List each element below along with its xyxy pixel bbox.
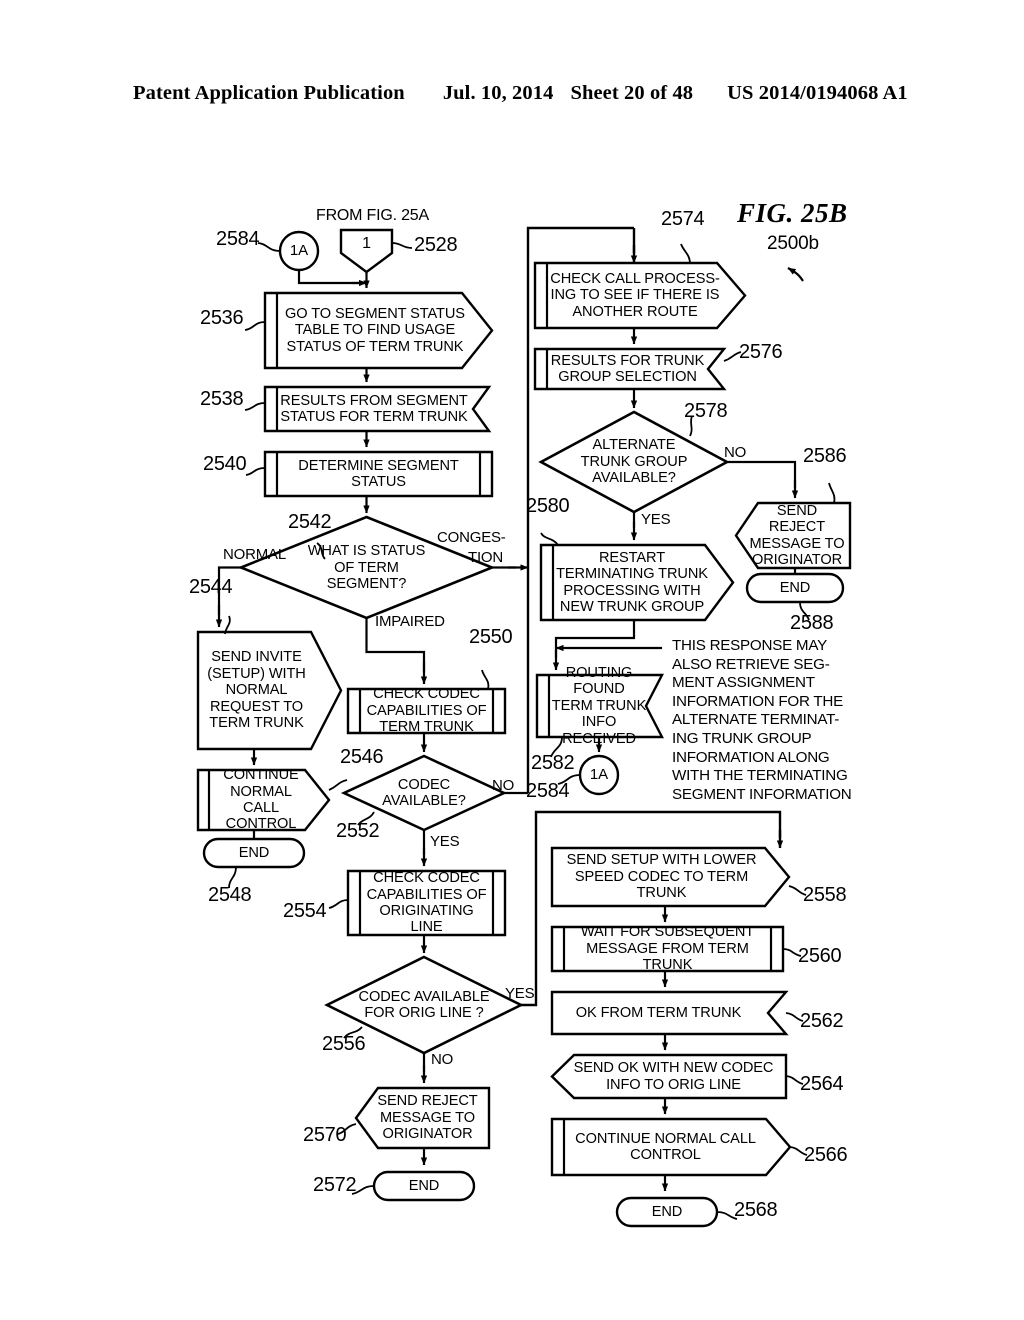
ref-2528: 2528 (414, 234, 458, 256)
node-2540[interactable]: DETERMINE SEGMENT STATUS (277, 452, 480, 496)
edge-label-yes-2578: YES (641, 511, 671, 528)
edge-label-congestion-1: CONGES- (437, 529, 506, 546)
ref-2552: 2552 (336, 820, 380, 842)
from-fig-label: FROM FIG. 25A (316, 207, 429, 224)
ref-2536: 2536 (200, 307, 244, 329)
node-2554[interactable]: CHECK CODEC CAPABILITIES OF ORIGINATING … (360, 870, 493, 935)
connector-1a-left[interactable]: 1A (280, 239, 318, 263)
node-2572-end[interactable]: END (374, 1172, 474, 1200)
ref-2566: 2566 (804, 1144, 848, 1166)
node-2566[interactable]: CONTINUE NORMAL CALL CONTROL (564, 1119, 767, 1175)
figure-title: FIG. 25B (737, 198, 848, 228)
node-2542[interactable]: WHAT IS STATUS OF TERM SEGMENT? (296, 535, 437, 601)
edge-label-yes-2552: YES (430, 833, 460, 850)
node-2550[interactable]: CHECK CODEC CAPABILITIES OF TERM TRUNK (360, 686, 493, 735)
ref-2584-right: 2584 (526, 780, 570, 802)
edge-label-no-2552: NO (492, 777, 515, 794)
node-2578[interactable]: ALTERNATE TRUNK GROUP AVAILABLE? (566, 430, 702, 494)
ref-2556: 2556 (322, 1033, 366, 1055)
ref-2560: 2560 (798, 945, 842, 967)
edge-label-yes-2556: YES (505, 985, 535, 1002)
ref-2550: 2550 (469, 626, 513, 648)
ref-2554: 2554 (283, 900, 327, 922)
ref-2576: 2576 (739, 341, 783, 363)
node-2574[interactable]: CHECK CALL PROCESS- ING TO SEE IF THERE … (547, 263, 723, 328)
node-2558[interactable]: SEND SETUP WITH LOWER SPEED CODEC TO TER… (556, 848, 767, 906)
node-2564[interactable]: SEND OK WITH NEW CODEC INFO TO ORIG LINE (566, 1055, 781, 1098)
node-2570[interactable]: SEND REJECT MESSAGE TO ORIGINATOR (370, 1088, 485, 1148)
node-2552[interactable]: CODEC AVAILABLE? (366, 774, 482, 812)
node-2562[interactable]: OK FROM TERM TRUNK (556, 992, 761, 1034)
ref-2540: 2540 (203, 453, 247, 475)
node-2586[interactable]: SEND REJECT MESSAGE TO ORIGINATOR (745, 503, 849, 568)
ref-2544: 2544 (189, 576, 233, 598)
ref-2574: 2574 (661, 208, 705, 230)
annotation-note: THIS RESPONSE MAY ALSO RETRIEVE SEG- MEN… (672, 637, 852, 803)
node-2538[interactable]: RESULTS FROM SEGMENT STATUS FOR TERM TRU… (277, 387, 471, 431)
node-2536[interactable]: GO TO SEGMENT STATUS TABLE TO FIND USAGE… (277, 293, 473, 368)
edge-label-no-2556: NO (431, 1051, 454, 1068)
ref-2584-left: 2584 (216, 228, 260, 250)
node-2576[interactable]: RESULTS FOR TRUNK GROUP SELECTION (547, 349, 708, 389)
ref-2580: 2580 (526, 495, 570, 517)
ref-2570: 2570 (303, 1124, 347, 1146)
ref-2558: 2558 (803, 884, 847, 906)
ref-2542: 2542 (288, 511, 332, 533)
node-2582[interactable]: ROUTING FOUND TERM TRUNK INFO RECEIVED (549, 665, 649, 747)
ref-2578: 2578 (684, 400, 728, 422)
node-2560[interactable]: WAIT FOR SUBSEQUENT MESSAGE FROM TERM TR… (564, 924, 771, 973)
ref-2568: 2568 (734, 1199, 778, 1221)
node-2568-end[interactable]: END (617, 1198, 717, 1226)
ref-2582: 2582 (531, 752, 575, 774)
node-2580[interactable]: RESTART TERMINATING TRUNK PROCESSING WIT… (553, 545, 711, 620)
ref-2564: 2564 (800, 1073, 844, 1095)
edge-label-impaired: IMPAIRED (375, 613, 445, 630)
connector-1[interactable]: 1 (341, 232, 392, 256)
node-2544[interactable]: SEND INVITE (SETUP) WITH NORMAL REQUEST … (198, 632, 315, 749)
node-2546[interactable]: CONTINUE NORMAL CALL CONTROL (209, 767, 313, 832)
ref-2538: 2538 (200, 388, 244, 410)
node-2556[interactable]: CODEC AVAILABLE FOR ORIG LINE ? (356, 972, 492, 1038)
connector-1a-right[interactable]: 1A (580, 763, 618, 787)
ref-2586: 2586 (803, 445, 847, 467)
ref-2548: 2548 (208, 884, 252, 906)
ref-2562: 2562 (800, 1010, 844, 1032)
ref-2572: 2572 (313, 1174, 357, 1196)
ref-2588: 2588 (790, 612, 834, 634)
node-2548-end[interactable]: END (204, 839, 304, 867)
edge-label-no-2578: NO (724, 444, 747, 461)
node-2588-end[interactable]: END (747, 574, 843, 602)
edge-label-normal: NORMAL (223, 546, 286, 563)
figure-subtitle: 2500b (767, 233, 819, 254)
ref-2546: 2546 (340, 746, 384, 768)
flowchart-figure: FIG. 25B 2500b FROM FIG. 25A 1 1A GO TO … (0, 0, 1024, 1320)
edge-label-congestion-2: TION (468, 549, 504, 566)
